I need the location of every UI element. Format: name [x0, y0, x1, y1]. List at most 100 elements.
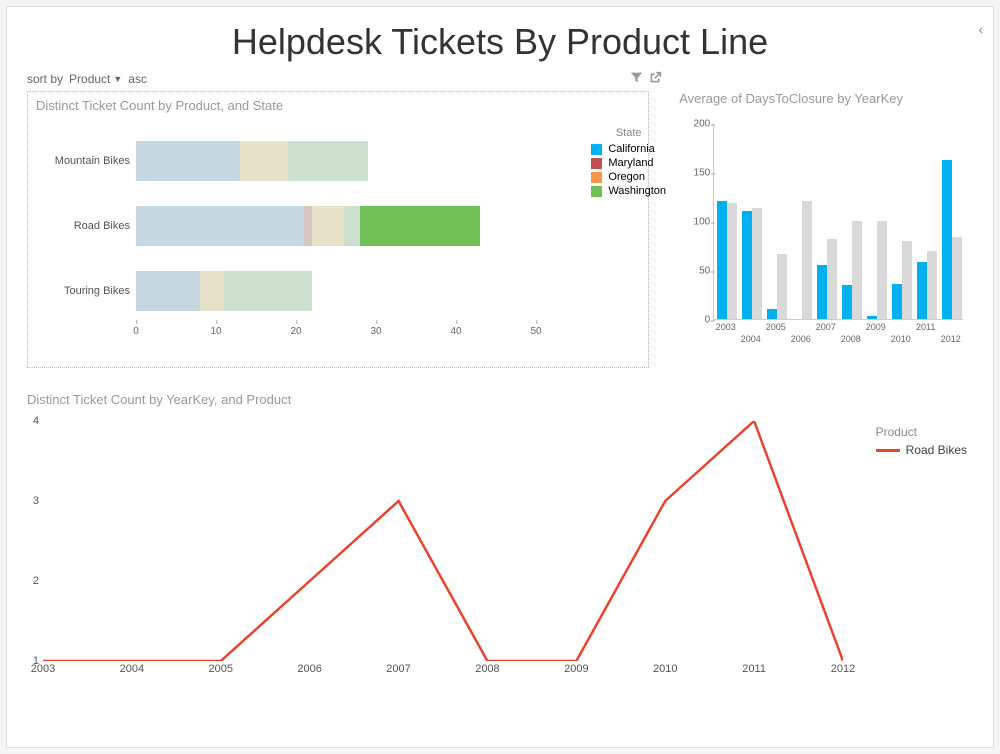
column-group[interactable]	[942, 160, 962, 319]
x-tick: 0	[133, 326, 139, 337]
bar-segment[interactable]	[200, 271, 224, 311]
bar-row[interactable]: Road Bikes	[136, 206, 480, 246]
stacked-bar-panel[interactable]: Distinct Ticket Count by Product, and St…	[27, 91, 649, 368]
column-bar[interactable]	[802, 201, 812, 319]
column-bar[interactable]	[777, 254, 787, 319]
stacked-bar-chart[interactable]: Mountain Bikes Road Bikes Touring Bikes 0 10…	[36, 121, 556, 361]
x-tick: 2012	[831, 663, 855, 675]
bar-row[interactable]: Touring Bikes	[136, 271, 312, 311]
x-tick: 10	[210, 326, 221, 337]
legend-item[interactable]: Road Bikes	[876, 443, 967, 457]
column-bar[interactable]	[927, 251, 937, 319]
column-group[interactable]	[717, 201, 737, 319]
y-tick: 3	[27, 495, 39, 507]
column-bar[interactable]	[767, 309, 777, 319]
x-tick: 2003	[31, 663, 55, 675]
column-bar[interactable]	[902, 241, 912, 319]
bar-segment[interactable]	[224, 271, 312, 311]
column-bar[interactable]	[867, 316, 877, 319]
bar-row-label: Road Bikes	[40, 220, 130, 232]
legend-label: Maryland	[608, 157, 653, 169]
legend-swatch	[591, 186, 602, 197]
column-bar[interactable]	[742, 211, 752, 319]
legend-swatch	[876, 449, 900, 452]
legend-swatch	[591, 172, 602, 183]
legend-swatch	[591, 144, 602, 155]
column-bar[interactable]	[717, 201, 727, 319]
column-bar[interactable]	[952, 237, 962, 319]
sort-field-value: Product	[69, 72, 110, 86]
bar-row[interactable]: Mountain Bikes	[136, 141, 368, 181]
bar-segment[interactable]	[304, 206, 312, 246]
bar-row-label: Touring Bikes	[40, 285, 130, 297]
column-bar[interactable]	[727, 203, 737, 319]
page-title: Helpdesk Tickets By Product Line	[27, 21, 973, 63]
column-bar[interactable]	[852, 221, 862, 319]
y-tick: 4	[27, 415, 39, 427]
y-tick: 50	[684, 266, 710, 277]
column-group[interactable]	[767, 254, 787, 319]
column-bar[interactable]	[752, 208, 762, 319]
x-tick: 2010	[891, 334, 911, 344]
x-tick: 2011	[742, 663, 766, 675]
x-tick: 50	[530, 326, 541, 337]
bar-segment[interactable]	[360, 206, 480, 246]
caret-down-icon: ▼	[113, 74, 122, 84]
popout-icon[interactable]	[649, 71, 662, 87]
line-chart-title: Distinct Ticket Count by YearKey, and Pr…	[27, 392, 973, 407]
column-group[interactable]	[842, 221, 862, 319]
bar-segment[interactable]	[240, 141, 288, 181]
legend-item[interactable]: Maryland	[591, 157, 666, 169]
x-tick: 2008	[841, 334, 861, 344]
y-tick: 0	[684, 315, 710, 326]
line-chart[interactable]: 1234200320042005200620072008200920102011…	[27, 415, 967, 695]
column-group[interactable]	[892, 241, 912, 319]
y-tick: 150	[684, 168, 710, 179]
bar-segment[interactable]	[344, 206, 360, 246]
sort-field-dropdown[interactable]: Product ▼	[69, 72, 122, 86]
legend: StateCaliforniaMarylandOregonWashington	[591, 127, 666, 199]
sort-by-label: sort by	[27, 72, 63, 86]
line-series[interactable]	[43, 421, 843, 661]
column-bar[interactable]	[877, 221, 887, 319]
x-tick: 2004	[741, 334, 761, 344]
column-group[interactable]	[817, 239, 837, 319]
column-bar[interactable]	[892, 284, 902, 319]
column-bar[interactable]	[817, 265, 827, 319]
x-tick: 2012	[941, 334, 961, 344]
column-chart-panel[interactable]: Average of DaysToClosure by YearKey 0501…	[679, 91, 973, 354]
x-tick: 2005	[766, 322, 786, 332]
column-group[interactable]	[867, 221, 887, 319]
legend-item[interactable]: Washington	[591, 185, 666, 197]
bar-segment[interactable]	[288, 141, 368, 181]
legend-item[interactable]: Oregon	[591, 171, 666, 183]
x-tick: 2007	[386, 663, 410, 675]
column-bar[interactable]	[842, 285, 852, 319]
x-tick: 2003	[716, 322, 736, 332]
filter-icon[interactable]	[630, 71, 643, 87]
legend-label: Oregon	[608, 171, 645, 183]
line-chart-panel[interactable]: Distinct Ticket Count by YearKey, and Pr…	[27, 392, 973, 695]
x-tick: 2009	[866, 322, 886, 332]
column-group[interactable]	[792, 201, 812, 319]
bar-segment[interactable]	[136, 271, 200, 311]
bar-row-label: Mountain Bikes	[40, 155, 130, 167]
x-tick: 2007	[816, 322, 836, 332]
column-group[interactable]	[917, 251, 937, 319]
column-group[interactable]	[742, 208, 762, 319]
x-tick: 2006	[791, 334, 811, 344]
x-tick: 2011	[916, 322, 935, 332]
legend-label: Road Bikes	[906, 443, 967, 457]
bar-segment[interactable]	[136, 141, 240, 181]
column-bar[interactable]	[942, 160, 952, 319]
column-bar[interactable]	[917, 262, 927, 319]
sort-direction-dropdown[interactable]: asc	[128, 72, 147, 86]
bar-segment[interactable]	[136, 206, 304, 246]
sort-direction-value: asc	[128, 72, 147, 86]
legend-item[interactable]: California	[591, 143, 666, 155]
collapse-panel-icon[interactable]: ‹	[978, 21, 983, 37]
sort-bar: sort by Product ▼ asc	[27, 71, 662, 87]
bar-segment[interactable]	[312, 206, 344, 246]
column-bar[interactable]	[827, 239, 837, 319]
column-chart[interactable]: 0501001502002003200420052006200720082009…	[679, 114, 969, 354]
